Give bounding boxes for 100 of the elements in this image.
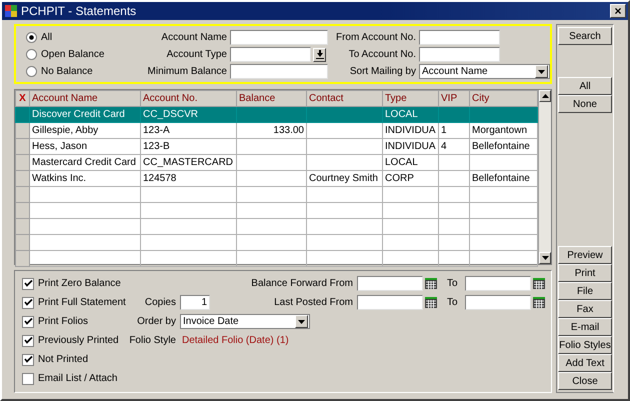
action-button[interactable]: Print [558,264,612,282]
checkbox[interactable] [22,372,34,384]
checkbox[interactable] [22,316,34,328]
table-cell: INDIVIDUA [385,125,436,136]
column-header[interactable]: Account No. [140,90,236,106]
table-row[interactable]: Watkins Inc. 124578 Courtney Smith CORP Bellefontaine [16,170,538,186]
action-button[interactable]: E-mail [558,318,612,336]
checkbox-label[interactable]: Not Printed [38,354,88,365]
checkbox-label[interactable]: Email List / Attach [38,373,118,384]
table-cell: LOCAL [385,157,418,168]
table-row[interactable]: Discover Credit Card CC_DSCVR LOCAL [16,106,538,122]
checkbox-label[interactable]: Previously Printed [38,335,119,346]
up-arrow-icon [542,94,548,98]
table-cell: Courtney Smith [309,173,378,184]
calendar-icon [533,278,545,289]
table-row[interactable]: Mastercard Credit Card CC_MASTERCARD LOCAL [16,154,538,170]
radio-label[interactable]: Open Balance [41,48,104,60]
date-field[interactable] [465,295,531,310]
field-label: Copies [144,297,176,308]
calendar-button[interactable] [533,278,545,289]
field-label: To Account No. [348,49,416,60]
field-label: Last Posted From [274,297,353,308]
checkbox-label[interactable]: Print Folios [38,316,88,327]
field-label: To [447,278,459,289]
action-button[interactable]: Close [558,372,612,390]
table-cell: 1 [441,125,447,136]
date-field[interactable] [357,295,423,310]
checkbox[interactable] [22,334,34,346]
field-label: Account Type [166,49,227,60]
column-header[interactable]: Account Name [30,90,140,106]
window-title: PCHPIT - Statements [21,4,138,18]
scrollbar[interactable] [538,90,551,264]
column-header[interactable]: Contact [306,90,382,106]
input-field[interactable] [419,30,500,45]
checkbox[interactable] [22,354,34,366]
down-arrow-icon [316,50,324,59]
action-button[interactable]: File [558,282,612,300]
order-dropdown[interactable]: Invoice Date [180,314,310,329]
calendar-icon [533,297,545,308]
column-header[interactable]: City [470,90,538,106]
input-field[interactable] [230,47,311,62]
column-header[interactable]: Balance [236,90,306,106]
date-field[interactable] [357,276,423,291]
radio-button[interactable] [26,48,37,60]
table-cell: CORP [385,173,414,184]
column-header[interactable]: VIP [438,90,470,106]
input-field[interactable] [230,64,328,79]
caret-icon [298,320,305,324]
table-cell: 124578 [143,173,176,184]
field-label: Order by [136,316,176,327]
lookup-button[interactable] [313,48,326,62]
checkbox[interactable] [22,278,34,290]
table-cell: Discover Credit Card [32,109,125,120]
table-cell: Mastercard Credit Card [32,157,136,168]
input-field[interactable] [230,30,328,45]
action-button[interactable]: Add Text [558,354,612,372]
table-cell: CC_MASTERCARD [143,157,234,168]
action-button[interactable]: Preview [558,246,612,264]
table-cell: LOCAL [385,109,418,120]
table-cell: 4 [441,141,447,152]
field-label: To [447,297,459,308]
radio-label[interactable]: No Balance [41,66,93,76]
copies-field[interactable]: 1 [180,295,210,310]
column-header[interactable]: Type [382,90,438,106]
folio-style-value: Detailed Folio (Date) (1) [182,335,289,346]
field-label: Minimum Balance [146,66,227,77]
app-icon [4,4,18,18]
table-row[interactable]: Hess, Jason 123-B INDIVIDUA 4 Bellefontaine [16,138,538,154]
table-cell: Hess, Jason [32,141,88,152]
field-label: Account Name [160,32,227,43]
down-arrow-icon [542,256,548,260]
calendar-button[interactable] [425,297,437,308]
action-button[interactable]: Fax [558,300,612,318]
select-button[interactable]: None [558,95,612,113]
table-cell: INDIVIDUA [385,141,436,152]
sort-dropdown[interactable]: Account Name [419,64,550,79]
checkbox-label[interactable]: Print Zero Balance [38,278,121,289]
date-field[interactable] [465,276,531,291]
table-cell: Gillespie, Abby [32,125,98,136]
calendar-button[interactable] [425,278,437,289]
table-cell: Morgantown [472,125,528,136]
action-button[interactable]: Folio Styles [558,336,612,354]
search-button[interactable]: Search [558,27,612,45]
calendar-button[interactable] [533,297,545,308]
radio-button[interactable] [26,66,37,76]
close-button[interactable]: × [610,4,626,18]
radio-label[interactable]: All [41,32,52,42]
table-row[interactable]: Gillespie, Abby 123-A 133.00 INDIVIDUA 1 Morgantown [16,122,538,138]
remove-marker[interactable]: X [16,90,30,106]
select-button[interactable]: All [558,77,612,95]
field-label: From Account No. [334,32,416,43]
table-cell: 133.00 [273,125,304,136]
calendar-icon [425,297,437,308]
caret-icon [538,70,545,74]
checkbox[interactable] [22,296,34,308]
radio-button[interactable] [26,32,37,42]
checkbox-label[interactable]: Print Full Statement [38,297,126,308]
field-label: Sort Mailing by [348,66,416,77]
input-field[interactable] [419,47,500,62]
field-label: Folio Style [128,335,176,346]
